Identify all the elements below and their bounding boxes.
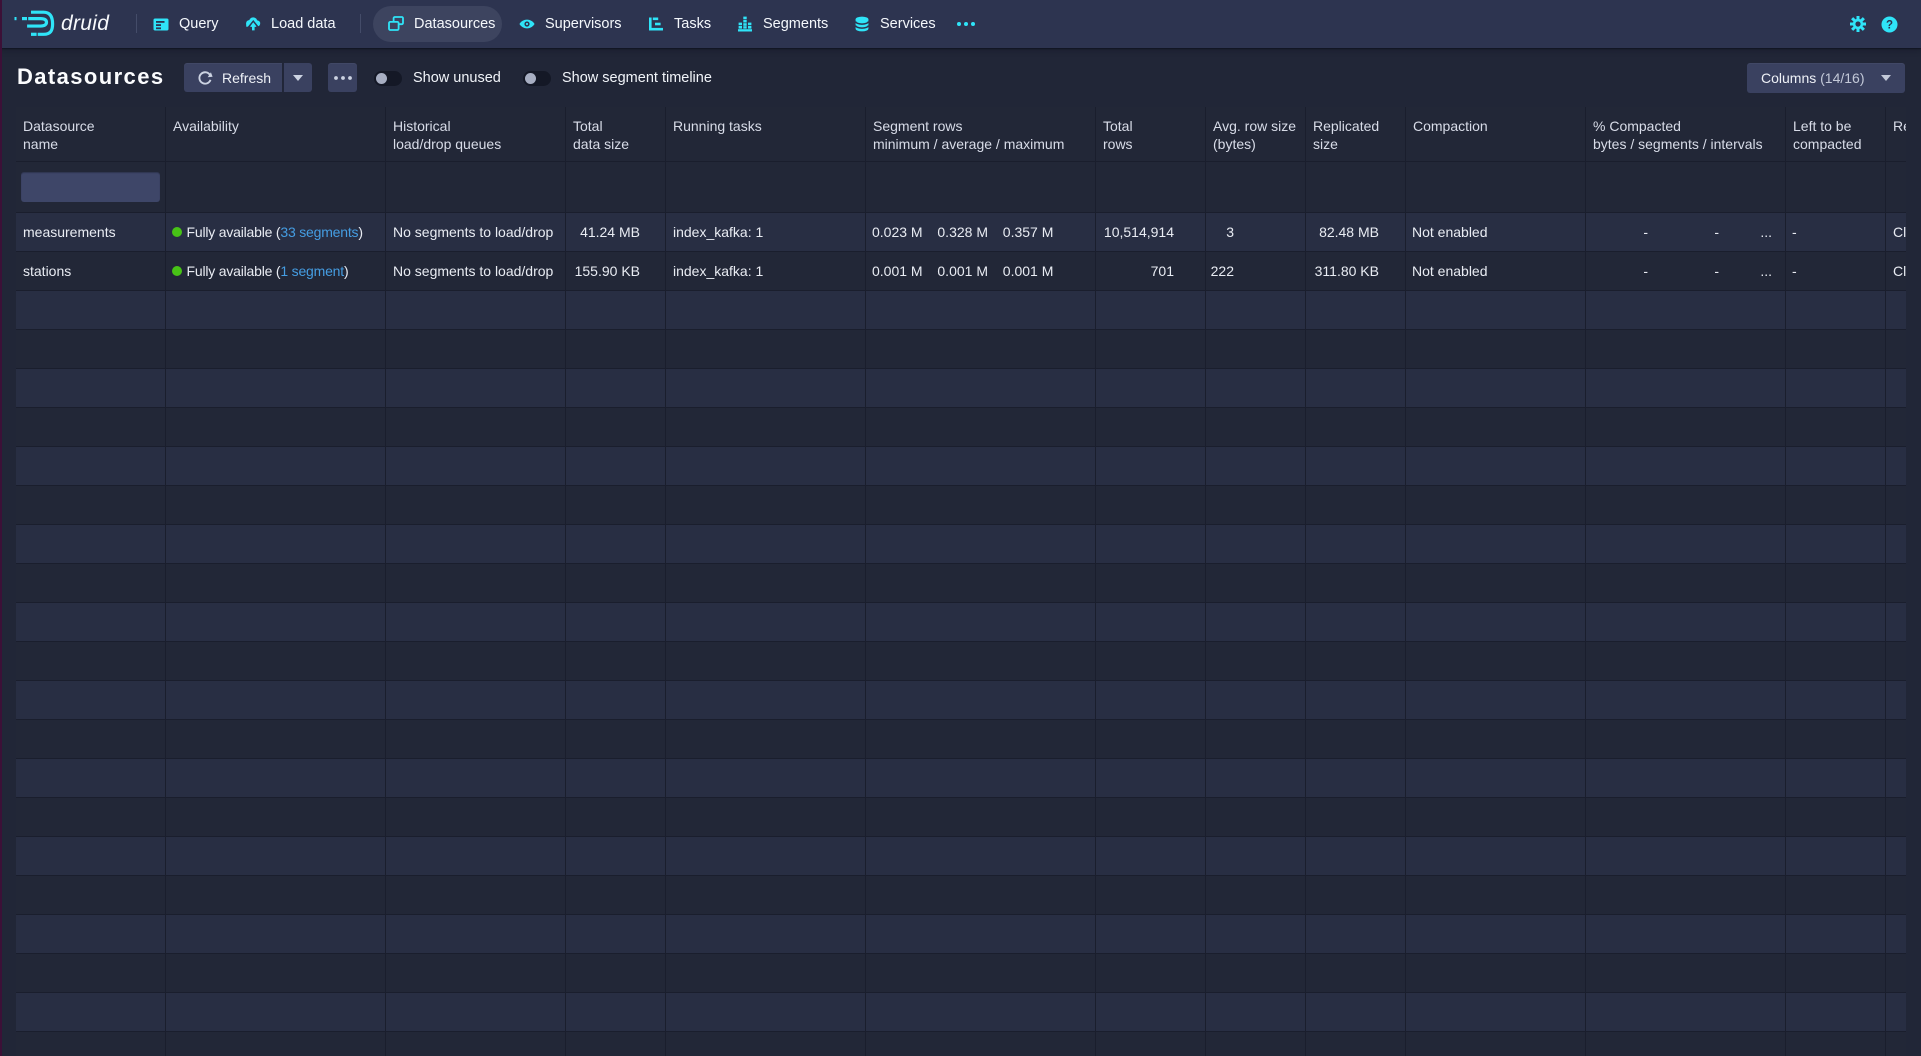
- svg-text:?: ?: [1886, 19, 1893, 31]
